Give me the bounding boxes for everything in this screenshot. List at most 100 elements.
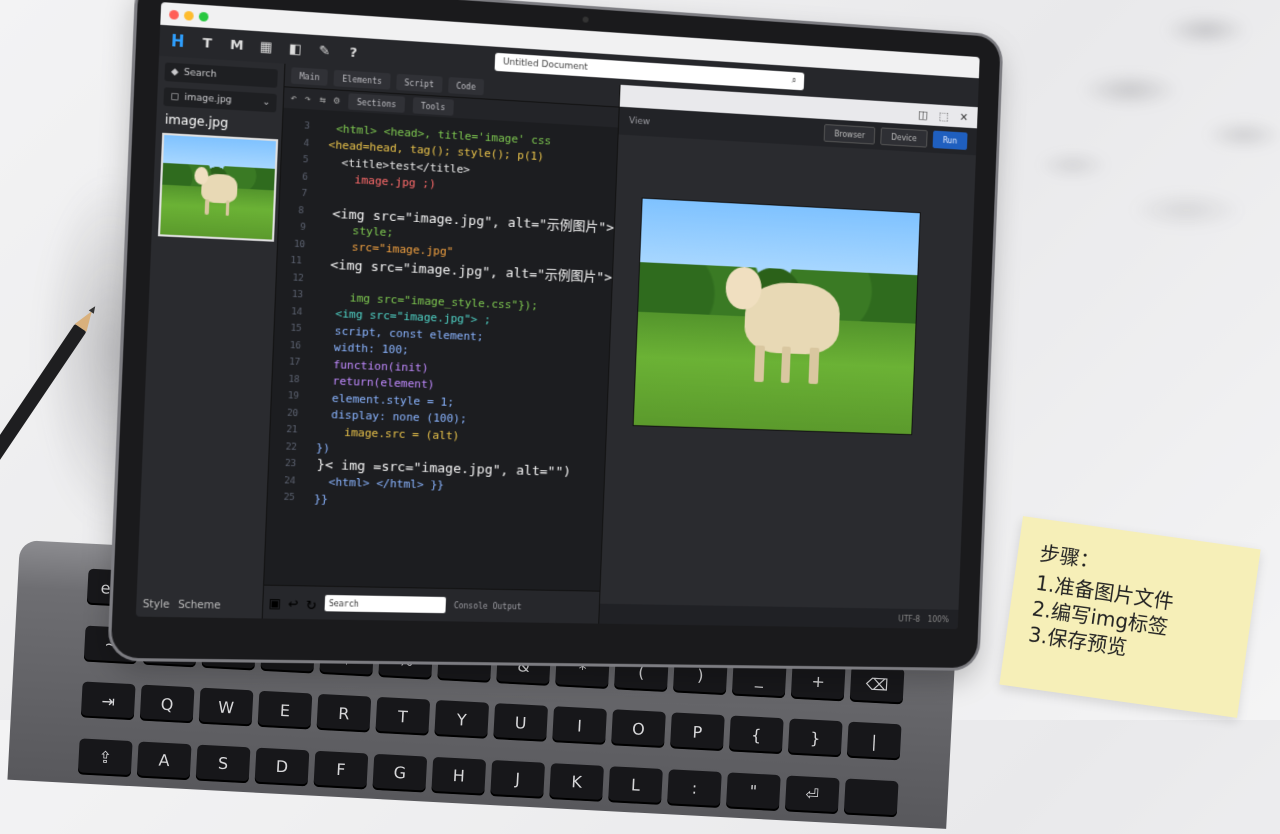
line-number: 6 — [302, 172, 309, 183]
sidebar-footer: Style Scheme — [142, 599, 256, 612]
keyboard-key: A — [136, 740, 192, 780]
fullscreen-icon[interactable]: ⬚ — [939, 109, 949, 122]
settings-icon[interactable]: ⚙ — [334, 95, 341, 107]
keyboard-key: | — [846, 721, 902, 761]
line-number: 13 — [291, 290, 304, 301]
line-number: 10 — [293, 239, 306, 251]
line-number: 18 — [288, 374, 300, 386]
line-number: 3 — [304, 121, 311, 133]
line-number: 16 — [289, 340, 302, 352]
line-number: 17 — [288, 357, 301, 369]
line-number: 12 — [292, 273, 304, 284]
keyboard-key: F — [313, 750, 369, 789]
sidebar-search[interactable]: ◆ Search — [164, 62, 278, 88]
brush-tool-icon[interactable]: ✎ — [315, 41, 334, 61]
keyboard-key: H — [431, 756, 487, 796]
keyboard-key: T — [375, 696, 431, 736]
tab-elements[interactable]: Elements — [333, 69, 391, 90]
code-text: }} — [307, 491, 329, 506]
code-text: style; — [318, 222, 394, 240]
keyboard-key: K — [549, 762, 605, 802]
tab-script[interactable]: Script — [395, 73, 443, 93]
keyboard-key: ⇪ — [77, 737, 133, 777]
keyboard-key: Y — [434, 700, 490, 739]
tab-sections[interactable]: Sections — [348, 93, 405, 113]
line-number: 11 — [290, 256, 302, 267]
line-number: 19 — [287, 391, 300, 403]
undo-icon[interactable]: ↶ — [290, 92, 297, 104]
line-number: 24 — [284, 475, 296, 487]
laptop-lid: H T M ▦ ◧ ✎ ? Untitled Document ⌕ ◆ Sear… — [110, 0, 1001, 668]
keyboard-key: + — [790, 662, 846, 701]
image-thumbnail[interactable] — [157, 132, 279, 242]
keyboard-key: G — [372, 753, 428, 793]
format-icon[interactable]: ⇆ — [319, 94, 326, 106]
preview-status-bar: UTF-8 100% — [599, 603, 959, 630]
console-search-input[interactable]: Search — [324, 594, 446, 614]
app-logo-icon: H — [170, 31, 185, 52]
keyboard-key: } — [787, 718, 843, 758]
keyboard-key: U — [493, 703, 549, 742]
sidebar-footer-item[interactable]: Style — [142, 599, 169, 611]
line-number: 22 — [285, 442, 298, 453]
text-tool-icon[interactable]: T — [197, 33, 217, 53]
markup-tool-icon[interactable]: M — [227, 35, 247, 55]
line-number: 25 — [283, 492, 296, 504]
line-number: 7 — [301, 189, 308, 200]
camera — [582, 16, 589, 23]
bucket-tool-icon[interactable]: ◧ — [286, 39, 305, 59]
zoom-status: 100% — [927, 614, 949, 624]
keyboard-key: L — [608, 765, 663, 805]
terminal-icon[interactable]: ▣ — [269, 592, 280, 612]
code-text: }) — [309, 441, 331, 456]
browser-button[interactable]: Browser — [823, 123, 876, 145]
split-view-icon[interactable]: ◫ — [918, 108, 928, 121]
run-button[interactable]: Run — [932, 130, 968, 150]
address-text: Untitled Document — [502, 57, 588, 73]
back-icon[interactable]: ↩ — [288, 593, 299, 613]
maximize-window-button[interactable] — [198, 11, 209, 22]
line-number: 21 — [286, 425, 298, 436]
code-area[interactable]: 3 <html> <head>, title='image' css 4 <hea… — [264, 113, 617, 584]
keyboard-key: ⇥ — [80, 681, 136, 721]
sidebar-search-label: Search — [183, 67, 217, 81]
keyboard-key: Q — [139, 684, 195, 724]
redo-icon[interactable]: ↷ — [305, 93, 312, 105]
minimize-window-button[interactable] — [183, 10, 194, 21]
keyboard-key: I — [552, 706, 607, 745]
keyboard-key: W — [198, 687, 254, 727]
refresh-icon[interactable]: ↻ — [306, 593, 317, 613]
device-button[interactable]: Device — [880, 127, 928, 148]
close-window-button[interactable] — [169, 9, 180, 20]
sidebar-file-name[interactable]: image.jpg — [165, 112, 276, 133]
keyboard-key: O — [611, 709, 666, 748]
tab-tools[interactable]: Tools — [412, 97, 454, 116]
keyboard-key: J — [490, 759, 546, 799]
fill-tool-icon[interactable]: ▦ — [256, 37, 276, 57]
line-number: 15 — [290, 323, 302, 335]
keyboard-key: ⏎ — [784, 774, 840, 814]
file-sidebar: ◆ Search ▢ image.jpg ⌄ image.jpg Style S… — [135, 55, 286, 619]
tab-main[interactable]: Main — [290, 67, 329, 86]
chevron-down-icon: ⌄ — [262, 97, 271, 108]
line-number: 20 — [286, 408, 299, 419]
keyboard-key: { — [728, 715, 784, 755]
tab-code[interactable]: Code — [447, 77, 485, 96]
keyboard-key: R — [316, 693, 372, 733]
keyboard-key: " — [725, 771, 781, 811]
help-icon[interactable]: ? — [344, 43, 363, 63]
window-controls — [169, 9, 209, 22]
close-icon[interactable]: ✕ — [959, 110, 968, 123]
code-editor: Main Elements Script Code ↶ ↷ ⇆ ⚙ Sectio… — [262, 63, 621, 624]
sidebar-footer-item[interactable]: Scheme — [178, 600, 221, 612]
workspace: ◆ Search ▢ image.jpg ⌄ image.jpg Style S… — [135, 55, 978, 630]
line-number: 5 — [302, 155, 309, 166]
sticky-note: 步骤： 1.准备图片文件 2.编写img标签 3.保存预览 — [999, 516, 1261, 718]
console-label: Console Output — [453, 600, 522, 611]
keyboard-key: ⌫ — [849, 665, 905, 704]
encoding-status: UTF-8 — [898, 614, 921, 624]
preview-buttons: Browser Device Run — [823, 123, 968, 150]
line-number: 14 — [290, 306, 303, 318]
keyboard-key: : — [667, 768, 722, 808]
sidebar-folder-row[interactable]: ▢ image.jpg ⌄ — [163, 87, 277, 113]
